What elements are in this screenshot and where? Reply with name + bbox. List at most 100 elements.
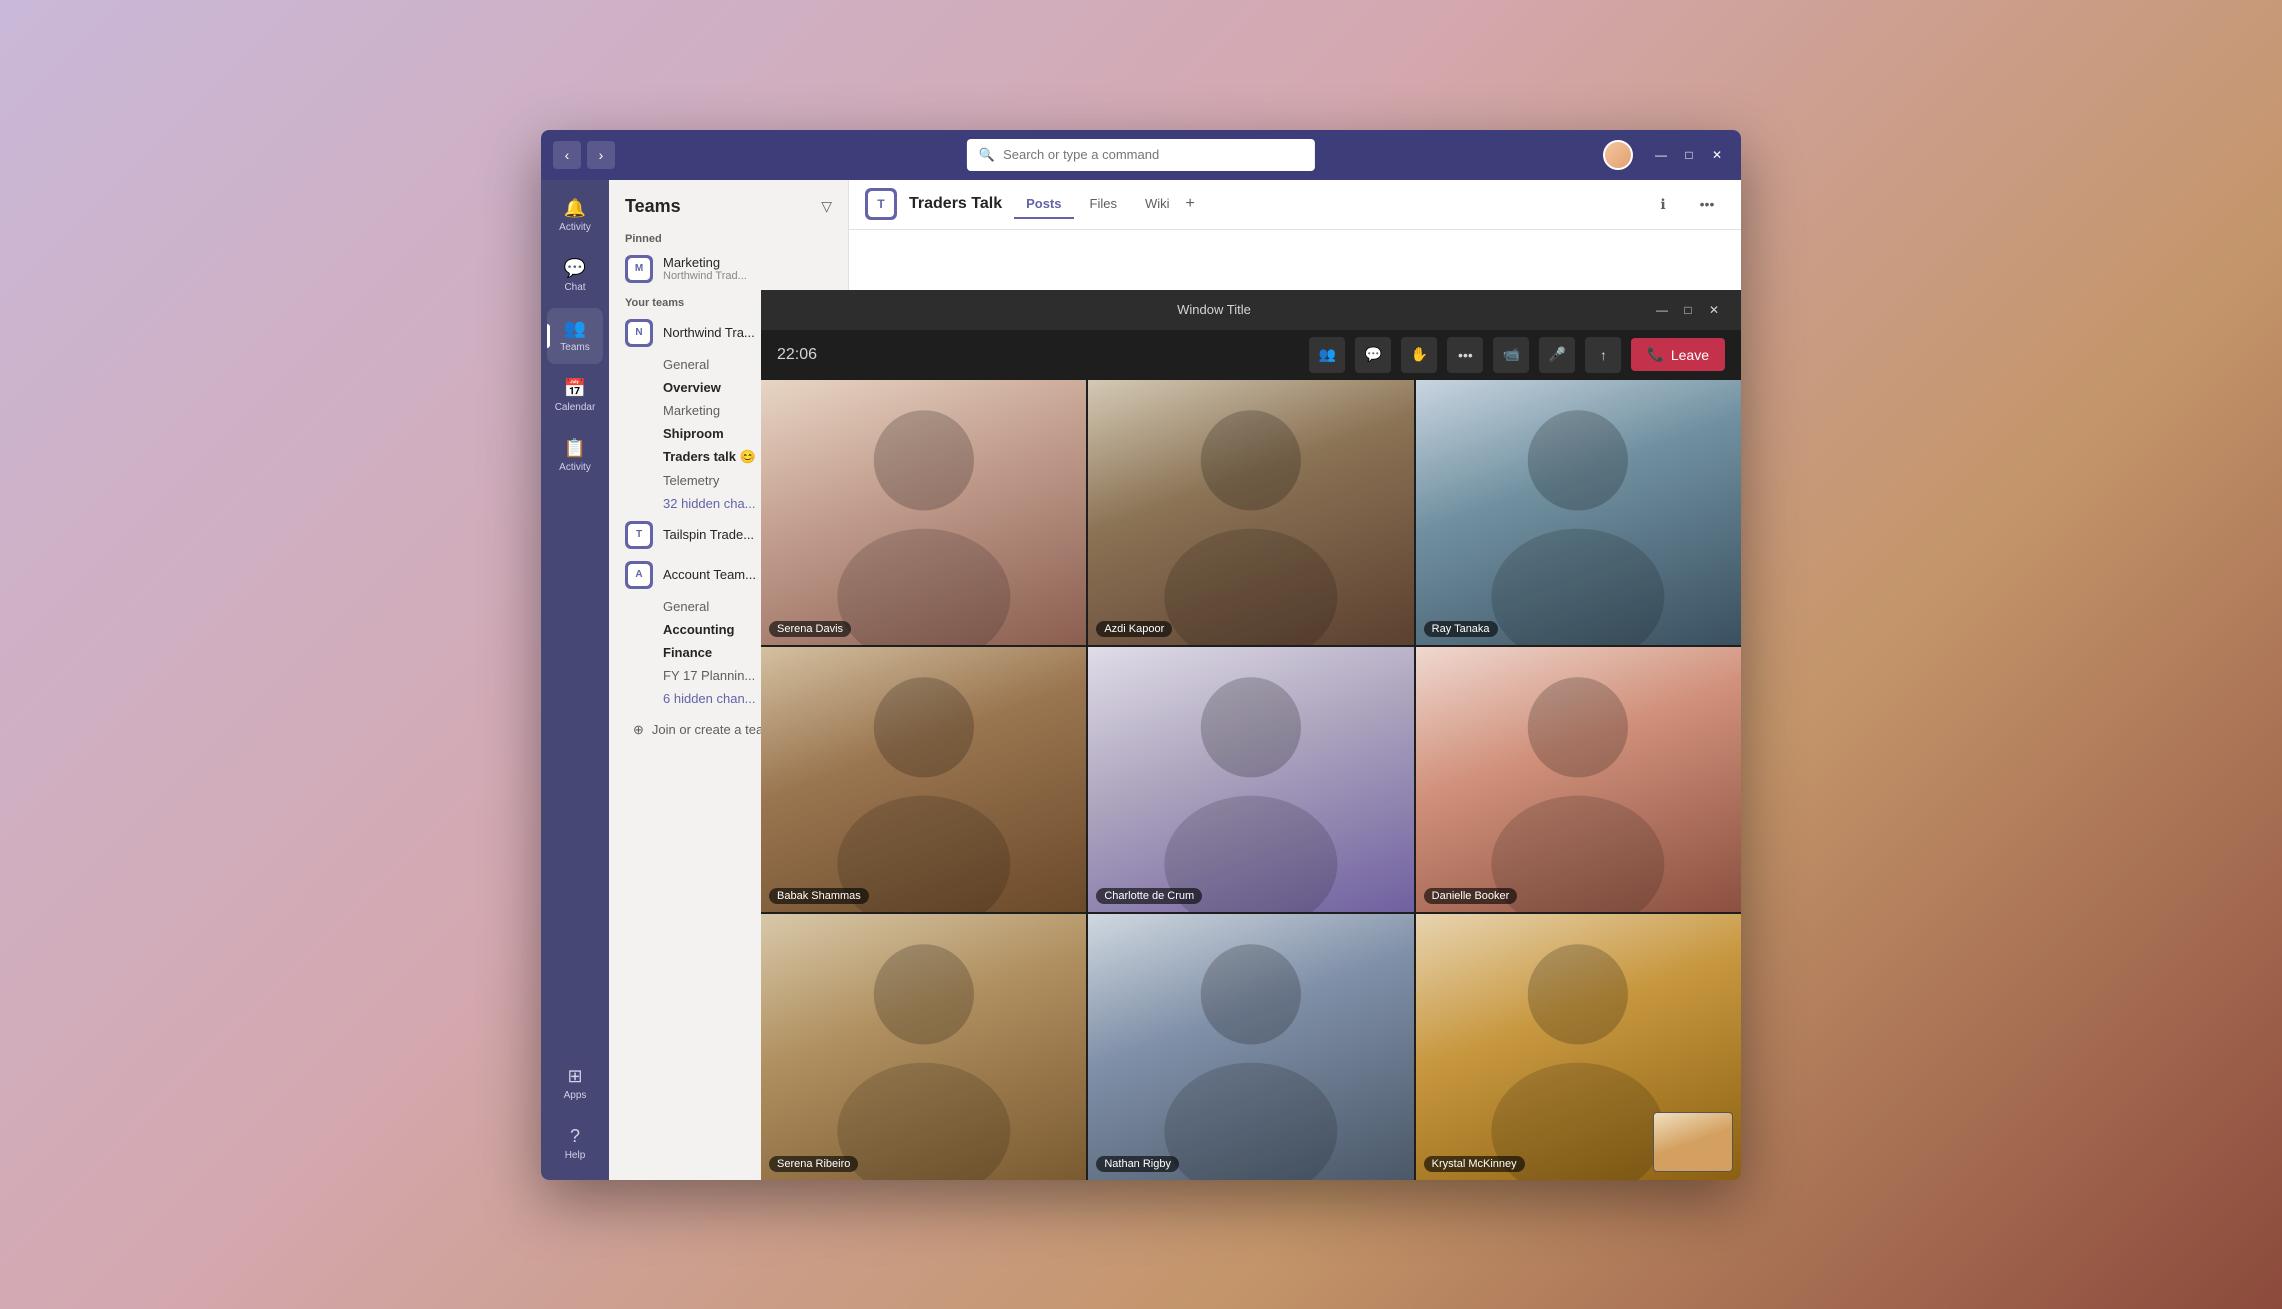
participants-button[interactable]: 👥 <box>1309 337 1345 373</box>
call-controls: 👥 💬 ✋ ••• 📹 🎤 ↑ 📞 Leave <box>1309 337 1725 373</box>
join-icon: ⊕ <box>633 722 644 738</box>
call-window-controls: — □ ✕ <box>1651 299 1725 321</box>
search-icon: 🔍 <box>979 147 995 163</box>
calendar-icon: 📅 <box>564 378 586 399</box>
apps-icon: ⊞ <box>567 1066 582 1087</box>
raise-hand-button[interactable]: ✋ <box>1401 337 1437 373</box>
call-minimize-button[interactable]: — <box>1651 299 1673 321</box>
call-toolbar: 22:06 👥 💬 ✋ ••• 📹 🎤 ↑ 📞 Leave <box>849 330 1741 380</box>
participant-video-3 <box>1416 380 1741 645</box>
sidebar-item-label-chat: Chat <box>564 282 585 293</box>
maximize-button[interactable]: □ <box>1677 143 1701 167</box>
search-input[interactable] <box>1003 147 1303 162</box>
call-close-button[interactable]: ✕ <box>1703 299 1725 321</box>
team-avatar-inner-account: A <box>628 564 650 586</box>
sidebar-item-label-help: Help <box>565 1150 586 1161</box>
title-bar-actions: — □ ✕ <box>1603 140 1729 170</box>
forward-button[interactable]: › <box>587 141 615 169</box>
avatar[interactable] <box>1603 140 1633 170</box>
sidebar-item-activity[interactable]: 🔔 Activity <box>547 188 603 244</box>
video-cell-8: Nathan Rigby <box>1088 914 1413 1179</box>
call-maximize-button[interactable]: □ <box>1677 299 1699 321</box>
team-info: Marketing Northwind Trad... <box>663 255 747 282</box>
list-item[interactable]: M Marketing Northwind Trad... <box>617 249 840 289</box>
sidebar-item-label-apps: Apps <box>564 1090 587 1101</box>
team-avatar-northwind: N <box>625 319 653 347</box>
participant-label-3: Ray Tanaka <box>1424 621 1498 637</box>
sidebar-item-calendar[interactable]: 📅 Calendar <box>547 368 603 424</box>
participant-video-4 <box>849 647 1086 912</box>
chat-button[interactable]: 💬 <box>1355 337 1391 373</box>
video-button[interactable]: 📹 <box>1493 337 1529 373</box>
participant-video-8 <box>1088 914 1413 1179</box>
tab-posts[interactable]: Posts <box>1014 190 1073 219</box>
sidebar-item-files[interactable]: 📋 Activity <box>547 428 603 484</box>
mute-button[interactable]: 🎤 <box>1539 337 1575 373</box>
sidebar-item-label-teams: Teams <box>560 342 589 353</box>
tab-add-button[interactable]: + <box>1186 195 1195 213</box>
call-window-title: Window Title <box>849 302 1651 317</box>
call-title-bar: Window Title — □ ✕ <box>849 290 1741 330</box>
video-cell-7: Serena Ribeiro <box>849 914 1086 1179</box>
join-label: Join or create a team <box>652 722 774 737</box>
teams-window: ‹ › 🔍 — □ ✕ 🔔 Activity 💬 Chat <box>541 130 1741 1180</box>
team-avatar-marketing: M <box>625 255 653 283</box>
participant-video-7 <box>849 914 1086 1179</box>
teams-panel-title: Teams <box>625 196 681 217</box>
team-avatar-tailspin: T <box>625 521 653 549</box>
leave-button[interactable]: 📞 Leave <box>1631 338 1725 371</box>
main-content: 🔔 Activity 💬 Chat 👥 Teams 📅 Calendar 📋 A… <box>541 180 1741 1180</box>
team-name-marketing: Marketing <box>663 255 747 270</box>
filter-icon[interactable]: ▽ <box>821 198 832 215</box>
tab-files[interactable]: Files <box>1078 190 1129 219</box>
participant-label-6: Danielle Booker <box>1424 888 1518 904</box>
participant-label-9: Krystal McKinney <box>1424 1156 1525 1172</box>
channel-content: T Traders Talk Posts Files Wiki + ℹ ••• <box>849 180 1741 1180</box>
more-button[interactable]: ••• <box>1689 186 1725 222</box>
participant-video-6 <box>1416 647 1741 912</box>
more-options-button[interactable]: ••• <box>1447 337 1483 373</box>
chat-icon: 💬 <box>564 258 586 279</box>
back-button[interactable]: ‹ <box>553 141 581 169</box>
channel-icon: T <box>865 188 897 220</box>
participant-video-2 <box>1088 380 1413 645</box>
phone-icon: 📞 <box>1647 346 1664 363</box>
channel-header-actions: ℹ ••• <box>1645 186 1725 222</box>
info-button[interactable]: ℹ <box>1645 186 1681 222</box>
pinned-label: Pinned <box>617 225 840 249</box>
channel-header: T Traders Talk Posts Files Wiki + ℹ ••• <box>849 180 1741 230</box>
participant-label-4: Babak Shammas <box>849 888 869 904</box>
channel-tabs: Posts Files Wiki + <box>1014 190 1195 219</box>
close-button[interactable]: ✕ <box>1705 143 1729 167</box>
team-avatar-inner-northwind: N <box>628 322 650 344</box>
participant-label-2: Azdi Kapoor <box>1096 621 1172 637</box>
sidebar-item-teams[interactable]: 👥 Teams <box>547 308 603 364</box>
self-thumbnail <box>1653 1112 1733 1172</box>
video-cell-4: Babak Shammas <box>849 647 1086 912</box>
sidebar-item-help[interactable]: ? Help <box>547 1116 603 1172</box>
teams-header: Teams ▽ <box>609 180 848 225</box>
team-avatar-account: A <box>625 561 653 589</box>
teams-icon: 👥 <box>564 318 586 339</box>
participant-label-8: Nathan Rigby <box>1096 1156 1179 1172</box>
participant-label-5: Charlotte de Crum <box>1096 888 1202 904</box>
video-cell-5: Charlotte de Crum <box>1088 647 1413 912</box>
participant-video-5 <box>1088 647 1413 912</box>
search-bar: 🔍 <box>967 139 1315 171</box>
participant-video-1 <box>849 380 1086 645</box>
activity-icon: 🔔 <box>564 198 586 219</box>
sidebar-item-label-files: Activity <box>559 462 591 473</box>
video-cell-1: Serena Davis <box>849 380 1086 645</box>
sidebar-item-chat[interactable]: 💬 Chat <box>547 248 603 304</box>
files-icon: 📋 <box>564 438 586 459</box>
nav-buttons: ‹ › <box>553 141 615 169</box>
minimize-button[interactable]: — <box>1649 143 1673 167</box>
tab-wiki[interactable]: Wiki <box>1133 190 1182 219</box>
team-avatar-inner-tailspin: T <box>628 524 650 546</box>
sidebar-item-apps[interactable]: ⊞ Apps <box>547 1056 603 1112</box>
video-cell-2: Azdi Kapoor <box>1088 380 1413 645</box>
window-controls: — □ ✕ <box>1649 143 1729 167</box>
share-button[interactable]: ↑ <box>1585 337 1621 373</box>
video-cell-3: Ray Tanaka <box>1416 380 1741 645</box>
leave-label: Leave <box>1671 347 1709 363</box>
